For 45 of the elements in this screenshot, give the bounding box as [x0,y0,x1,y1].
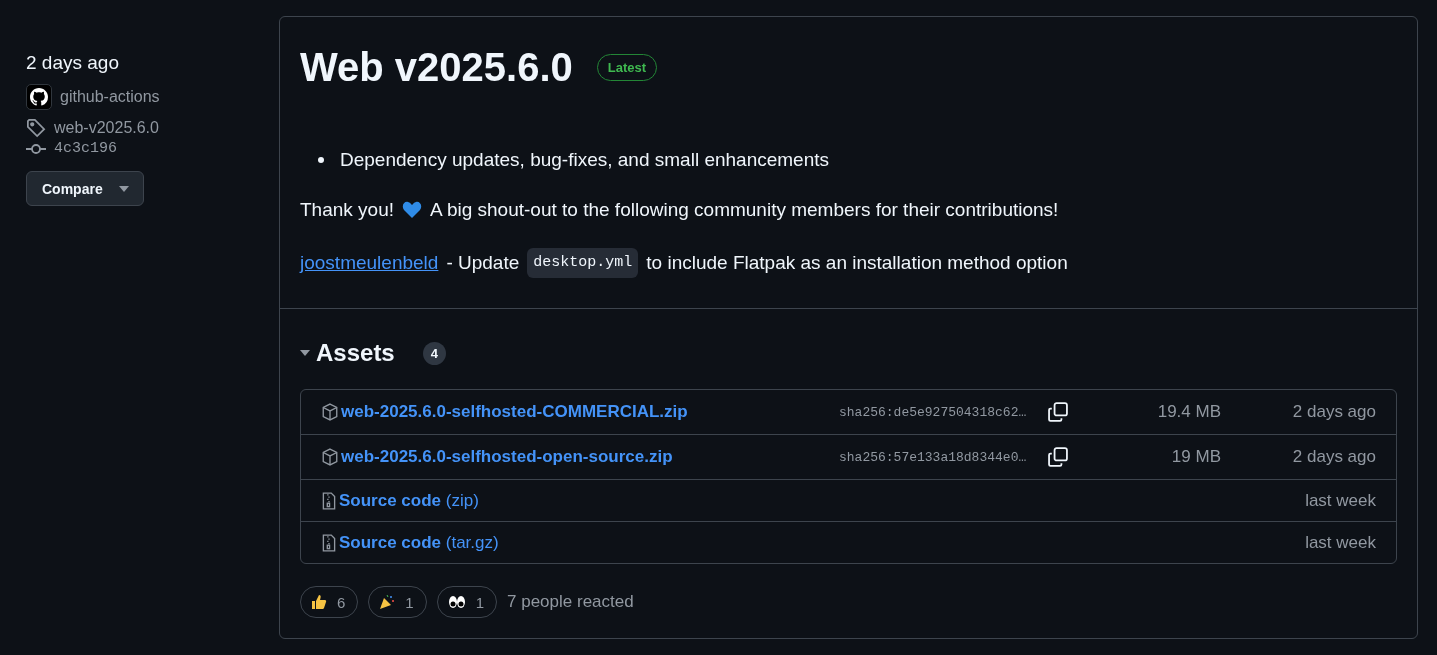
copy-icon [1047,401,1069,423]
inline-code: desktop.yml [527,248,639,278]
bullet-dot [318,157,324,163]
package-icon [321,448,339,466]
release-time: 2 days ago [26,52,120,74]
copy-button[interactable] [1047,401,1069,423]
zip-file-icon [321,491,337,510]
assets-toggle[interactable]: Assets [300,339,395,367]
copy-icon [1047,446,1069,468]
release-title: Web v2025.6.0 [300,45,573,90]
asset-date: 2 days ago [1291,402,1376,422]
compare-button[interactable]: Compare [26,171,144,206]
thanks-text: Thank you! [300,198,394,222]
zip-file-icon [321,533,337,552]
heart-icon [402,201,422,219]
commit-icon [26,141,46,156]
tag-icon [26,118,46,138]
asset-link[interactable]: Source code (tar.gz) [339,532,499,553]
release-note: Dependency updates, bug-fixes, and small enhancements [340,148,830,172]
tag-link[interactable]: web-v2025.6.0 [54,119,159,137]
commit-link[interactable]: 4c3c196 [54,140,117,157]
asset-link[interactable]: web-2025.6.0-selfhosted-COMMERCIAL.zip [341,402,688,422]
asset-size: 19.4 MB [1156,402,1221,422]
asset-link[interactable]: web-2025.6.0-selfhosted-open-source.zip [341,447,673,467]
sha-digest: sha256:de5e927504318c62… [839,404,1028,420]
contributor-link[interactable]: joostmeulenbeld [300,251,439,275]
package-icon [321,403,339,421]
eyes-icon [447,594,466,610]
caret-icon [119,185,129,192]
reaction-summary: 7 people reacted [507,592,634,612]
asset-date: 2 days ago [1291,447,1376,467]
party-popper-icon [379,594,396,610]
copy-button[interactable] [1047,446,1069,468]
shout-out-text: A big shout-out to the following community members for their contributions! [430,198,1059,222]
asset-link[interactable]: Source code (zip) [339,490,479,511]
author-name: github-actions [60,88,160,106]
expanded-caret-icon [300,350,310,356]
sha-digest: sha256:57e133a18d8344e0… [839,449,1028,465]
asset-size: 19 MB [1170,447,1221,467]
asset-count: 4 [422,341,446,365]
asset-date: last week [1304,532,1376,553]
contribution-text: to include Flatpak as an installation method option [646,251,1068,275]
contribution-text: - Update [446,251,520,275]
thumbs-up-icon [311,594,327,610]
asset-date: last week [1304,490,1376,511]
